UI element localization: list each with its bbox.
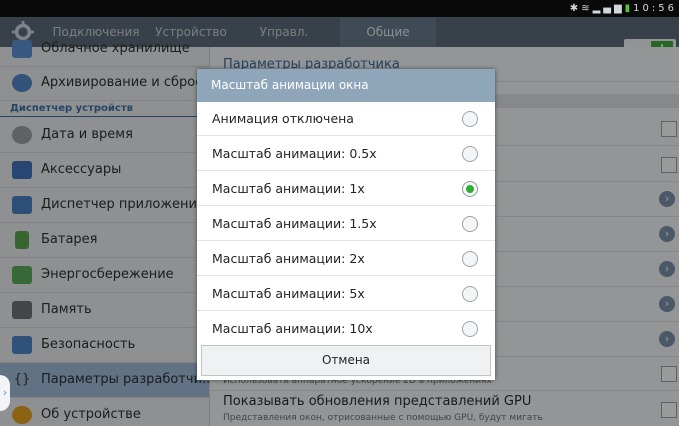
chevron-right-icon: ›	[2, 386, 8, 399]
cancel-button[interactable]: Отмена	[201, 345, 491, 376]
radio-button[interactable]	[462, 216, 478, 232]
option-label: Масштаб анимации: 1.5x	[212, 216, 377, 231]
radio-button[interactable]	[462, 286, 478, 302]
animation-option[interactable]: Масштаб анимации: 2x	[197, 242, 495, 276]
wifi-icon: ≋	[581, 3, 593, 14]
radio-button[interactable]	[462, 111, 478, 127]
option-label: Масштаб анимации: 2x	[212, 251, 365, 266]
radio-button-selected[interactable]	[462, 181, 478, 197]
dialog-title: Масштаб анимации окна	[197, 69, 495, 102]
screen: ✱≋▂▄▆▮10:56 Подключения Устройство Управ…	[0, 0, 679, 426]
side-panel-handle[interactable]: ›	[0, 375, 10, 411]
animation-option[interactable]: Масштаб анимации: 1.5x	[197, 207, 495, 241]
option-label: Масштаб анимации: 1x	[212, 181, 365, 196]
radio-button[interactable]	[462, 321, 478, 337]
option-label: Масштаб анимации: 0.5x	[212, 146, 377, 161]
option-label: Масштаб анимации: 10x	[212, 321, 373, 336]
animation-option[interactable]: Масштаб анимации: 10x	[197, 312, 495, 346]
option-label: Анимация отключена	[212, 111, 354, 126]
battery-icon: ▮	[624, 3, 634, 14]
option-label: Масштаб анимации: 5x	[212, 286, 365, 301]
status-time: 10:56	[633, 3, 677, 14]
window-animation-scale-dialog: Масштаб анимации окна Анимация отключена…	[197, 69, 495, 380]
radio-button[interactable]	[462, 146, 478, 162]
animation-option[interactable]: Масштаб анимации: 5x	[197, 277, 495, 311]
animation-option[interactable]: Масштаб анимации: 1x	[197, 172, 495, 206]
signal-icon: ▂▄▆	[592, 3, 625, 14]
status-icons: ✱≋▂▄▆▮10:56	[570, 0, 679, 17]
status-bar: ✱≋▂▄▆▮10:56	[0, 0, 679, 17]
animation-option[interactable]: Масштаб анимации: 0.5x	[197, 137, 495, 171]
animation-option[interactable]: Анимация отключена	[197, 102, 495, 136]
bluetooth-icon: ✱	[569, 3, 582, 14]
radio-button[interactable]	[462, 251, 478, 267]
